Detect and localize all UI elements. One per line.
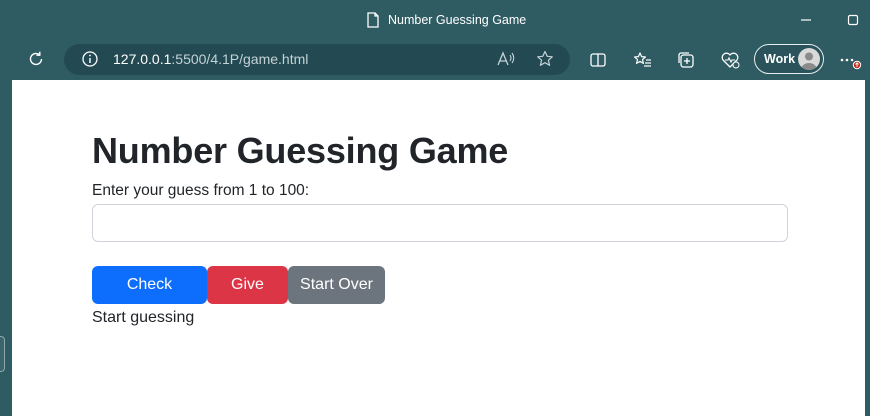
- minimize-button[interactable]: [793, 8, 819, 32]
- url-host: 127.0.0.1: [113, 51, 172, 67]
- guess-label: Enter your guess from 1 to 100:: [92, 182, 310, 199]
- refresh-icon: [29, 51, 43, 66]
- more-icon: [840, 58, 862, 70]
- collections-icon: [678, 52, 694, 68]
- address-bar[interactable]: 127.0.0.1:5500/4.1P/game.html: [64, 44, 570, 75]
- window-title: Number Guessing Game: [388, 13, 527, 27]
- window-titlebar: Number Guessing Game: [0, 0, 870, 40]
- page-title: Number Guessing Game: [92, 130, 509, 171]
- browser-toolbar: 127.0.0.1:5500/4.1P/game.html Work: [0, 40, 870, 80]
- url-path: :5500/4.1P/game.html: [171, 51, 309, 67]
- page-viewport: Number Guessing Game Enter your guess fr…: [12, 80, 865, 416]
- guess-input[interactable]: [92, 204, 788, 242]
- favorites-button[interactable]: [629, 46, 657, 74]
- status-message: Start guessing: [92, 309, 195, 326]
- browser-essentials-icon: [721, 52, 740, 69]
- maximize-icon: [847, 14, 859, 26]
- page-document-icon: [366, 12, 380, 28]
- give-up-button[interactable]: Give Up: [207, 266, 288, 331]
- browser-essentials-button[interactable]: [716, 46, 744, 74]
- read-aloud-icon: [497, 51, 515, 66]
- minimize-icon: [801, 19, 811, 21]
- profile-label: Work: [764, 52, 796, 66]
- profile-button[interactable]: Work: [754, 44, 824, 74]
- refresh-button[interactable]: [22, 45, 50, 73]
- avatar-person-icon: [801, 52, 817, 70]
- check-guess-button[interactable]: Check Guess: [92, 266, 207, 331]
- split-screen-button[interactable]: [584, 46, 612, 74]
- button-row: Check Guess Give Up Start Over: [92, 266, 788, 331]
- favorite-star-icon: [537, 50, 553, 66]
- sidebar-edge-handle[interactable]: [0, 336, 5, 372]
- collections-button[interactable]: [672, 46, 700, 74]
- game-container: Number Guessing Game Enter your guess fr…: [92, 130, 788, 331]
- split-screen-icon: [590, 53, 606, 67]
- url-text[interactable]: 127.0.0.1:5500/4.1P/game.html: [113, 51, 308, 68]
- favorite-button[interactable]: [531, 45, 559, 73]
- info-icon: [82, 51, 98, 67]
- more-button[interactable]: [836, 46, 864, 74]
- maximize-button[interactable]: [840, 8, 866, 32]
- start-over-button[interactable]: Start Over: [288, 266, 385, 304]
- favorites-icon: [634, 52, 651, 67]
- site-info-button[interactable]: [76, 45, 104, 73]
- window-title-group: Number Guessing Game: [366, 11, 526, 29]
- read-aloud-button[interactable]: [492, 45, 520, 73]
- avatar: [798, 48, 820, 70]
